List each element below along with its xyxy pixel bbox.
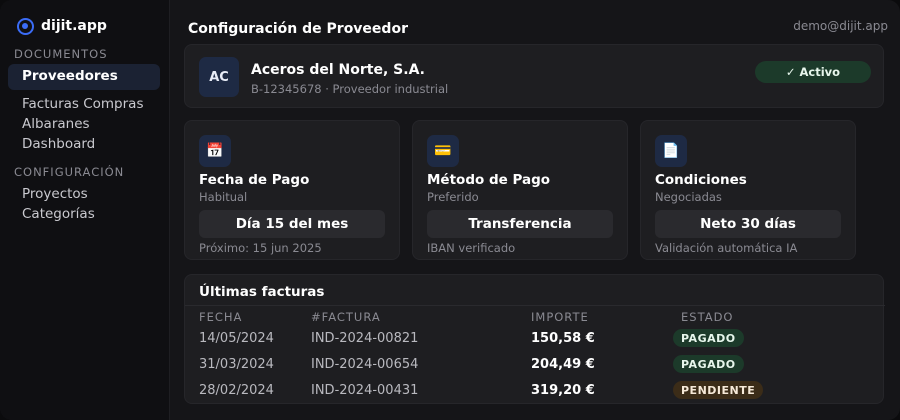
invoice-number[interactable]: IND-2024-00431 [311, 383, 418, 398]
table-row[interactable]: 28/02/2024 IND-2024-00431 319,20 € PENDI… [185, 379, 885, 405]
section-label-documentos: DOCUMENTOS [14, 47, 108, 61]
card-icon: 💳 [427, 135, 459, 167]
conditions-value[interactable]: Neto 30 días [655, 210, 841, 238]
avatar: AC [199, 57, 239, 97]
sidebar-item-albaranes[interactable]: Albaranes [22, 116, 90, 132]
card-title: Método de Pago [427, 172, 551, 188]
status-badge: PAGADO [673, 355, 744, 373]
invoice-amount: 150,58 € [531, 331, 595, 346]
card-title: Condiciones [655, 172, 747, 188]
card-subtitle: Habitual [199, 190, 248, 204]
invoice-number[interactable]: IND-2024-00654 [311, 357, 418, 372]
sidebar-item-facturas-compras[interactable]: Facturas Compras [22, 96, 143, 112]
supplier-card: AC Aceros del Norte, S.A. B-12345678 · P… [184, 44, 884, 108]
conditions-card: 📄 Condiciones Negociadas Neto 30 días Va… [640, 120, 856, 260]
sidebar-item-categorias[interactable]: Categorías [22, 206, 95, 222]
divider [185, 305, 885, 306]
document-icon: 📄 [655, 135, 687, 167]
invoice-date: 31/03/2024 [199, 357, 274, 372]
column-header-factura[interactable]: #FACTURA [311, 310, 381, 324]
card-subtitle: Preferido [427, 190, 479, 204]
payment-method-card: 💳 Método de Pago Preferido Transferencia… [412, 120, 628, 260]
column-header-fecha[interactable]: FECHA [199, 310, 242, 324]
column-header-importe[interactable]: IMPORTE [531, 310, 589, 324]
invoice-date: 14/05/2024 [199, 331, 274, 346]
sidebar-item-proveedores[interactable]: Proveedores [8, 64, 160, 90]
sidebar-item-label: Proveedores [22, 68, 118, 84]
payment-date-card: 📅 Fecha de Pago Habitual Día 15 del mes … [184, 120, 400, 260]
card-title: Fecha de Pago [199, 172, 310, 188]
invoices-title: Últimas facturas [199, 284, 325, 300]
invoices-card: Últimas facturas FECHA #FACTURA IMPORTE … [184, 274, 885, 405]
page-title: Configuración de Proveedor [188, 21, 408, 37]
user-email[interactable]: demo@dijit.app [793, 19, 888, 33]
brand[interactable]: dijit.app [17, 16, 107, 36]
invoice-amount: 204,49 € [531, 357, 595, 372]
card-footer: IBAN verificado [427, 241, 516, 255]
app-window: dijit.app DOCUMENTOS Proveedores Factura… [0, 0, 900, 420]
supplier-subtitle: B-12345678 · Proveedor industrial [251, 82, 449, 96]
invoice-date: 28/02/2024 [199, 383, 274, 398]
status-badge: PAGADO [673, 329, 744, 347]
section-label-configuracion: CONFIGURACIÓN [14, 165, 125, 179]
brand-logo-icon [17, 17, 34, 35]
payment-date-value[interactable]: Día 15 del mes [199, 210, 385, 238]
payment-method-value[interactable]: Transferencia [427, 210, 613, 238]
table-row[interactable]: 31/03/2024 IND-2024-00654 204,49 € PAGAD… [185, 353, 885, 379]
invoice-amount: 319,20 € [531, 383, 595, 398]
supplier-name: Aceros del Norte, S.A. [251, 62, 425, 78]
column-header-estado[interactable]: ESTADO [681, 310, 733, 324]
table-row[interactable]: 14/05/2024 IND-2024-00821 150,58 € PAGAD… [185, 327, 885, 353]
card-footer: Próximo: 15 jun 2025 [199, 241, 322, 255]
status-badge[interactable]: ✓ Activo [755, 61, 871, 83]
status-badge: PENDIENTE [673, 381, 764, 399]
card-footer: Validación automática IA [655, 241, 798, 255]
sidebar: dijit.app DOCUMENTOS Proveedores Factura… [0, 0, 170, 420]
calendar-icon: 📅 [199, 135, 231, 167]
sidebar-item-dashboard[interactable]: Dashboard [22, 136, 95, 152]
brand-name: dijit.app [41, 18, 107, 34]
invoice-number[interactable]: IND-2024-00821 [311, 331, 418, 346]
card-subtitle: Negociadas [655, 190, 722, 204]
sidebar-item-proyectos[interactable]: Proyectos [22, 186, 88, 202]
